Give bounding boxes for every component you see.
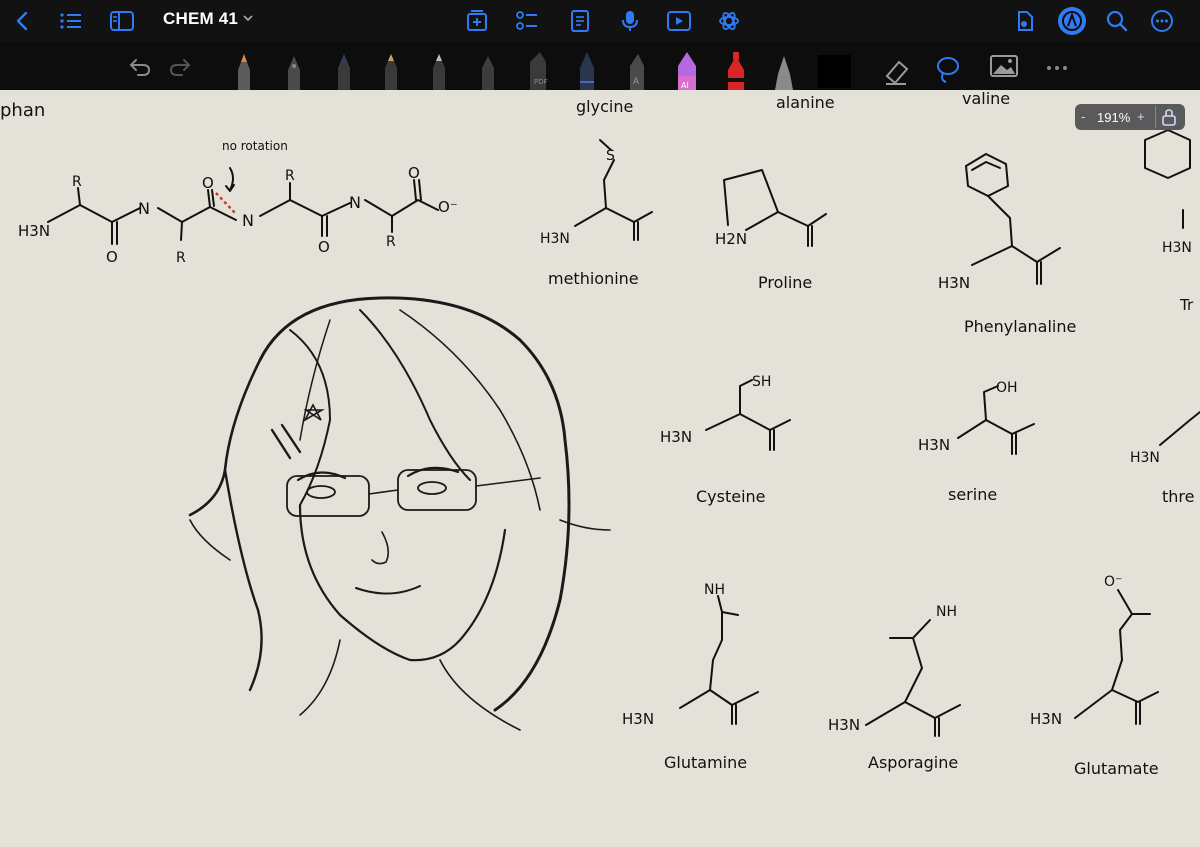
highlighter-tool[interactable]: A bbox=[630, 54, 644, 90]
phenylalanine-label: Phenylanaline bbox=[964, 317, 1076, 336]
peptide-n-3: N bbox=[349, 193, 361, 212]
share-icon[interactable] bbox=[1010, 6, 1040, 36]
document-title[interactable]: CHEM 41 bbox=[163, 9, 238, 29]
pen-dark-tool[interactable] bbox=[482, 56, 494, 90]
ai-pen-tool[interactable]: AI bbox=[678, 52, 696, 90]
chevron-down-icon[interactable] bbox=[242, 11, 254, 29]
peptide-h3n: H3N bbox=[18, 222, 50, 240]
peptide-o-4: O bbox=[408, 164, 420, 182]
pen-tray: PDF A AI bbox=[238, 52, 1067, 90]
glutamate-label: Glutamate bbox=[1074, 759, 1159, 778]
more-icon[interactable] bbox=[1147, 6, 1177, 36]
pen-tan-tool[interactable] bbox=[385, 54, 397, 90]
zoom-indicator[interactable]: - 191% + bbox=[1075, 104, 1185, 130]
top-bar: CHEM 41 bbox=[0, 0, 1200, 42]
partial-tryptophan-label: Tr bbox=[1179, 296, 1194, 314]
list-icon[interactable] bbox=[56, 6, 86, 36]
asparagine-formula: H3N bbox=[828, 716, 860, 734]
glutamine-side: NH bbox=[704, 582, 725, 598]
peptide-r-3: R bbox=[285, 168, 295, 184]
glutamate-side: O⁻ bbox=[1104, 574, 1122, 590]
zoom-in-button[interactable]: + bbox=[1137, 109, 1145, 124]
ai-assistant-icon[interactable] bbox=[714, 6, 744, 36]
pdf-marker-tool[interactable]: PDF bbox=[530, 52, 548, 90]
methionine-side: S bbox=[606, 148, 615, 164]
pen-blue-tool[interactable] bbox=[338, 54, 350, 90]
color-swatch[interactable] bbox=[818, 55, 851, 88]
add-page-icon[interactable] bbox=[462, 6, 492, 36]
glutamate-formula: H3N bbox=[1030, 710, 1062, 728]
partial-threonine-label: thre bbox=[1162, 487, 1194, 506]
cysteine-label: Cysteine bbox=[696, 487, 766, 506]
peptide-r-1: R bbox=[72, 174, 82, 190]
header-valine: valine bbox=[962, 90, 1010, 108]
partial-threonine-formula: H3N bbox=[1130, 450, 1160, 466]
peptide-r-4: R bbox=[386, 234, 396, 250]
header-glycine: glycine bbox=[576, 97, 633, 116]
methionine-label: methionine bbox=[548, 269, 639, 288]
partial-tryptophan-formula: H3N bbox=[1162, 240, 1192, 256]
asparagine-label: Asporagine bbox=[868, 753, 958, 772]
note-canvas[interactable]: phan no rotation H3N N N N R R R R O O O… bbox=[0, 90, 1200, 847]
svg-text:PDF: PDF bbox=[534, 78, 548, 86]
peptide-o-3: O bbox=[318, 238, 330, 256]
asparagine-side: NH bbox=[936, 604, 957, 620]
cysteine-side: SH bbox=[752, 374, 771, 390]
proline-label: Proline bbox=[758, 273, 812, 292]
sidebar-icon[interactable] bbox=[107, 6, 137, 36]
peptide-o-2: O bbox=[202, 174, 214, 192]
peptide-n-2: N bbox=[242, 211, 254, 230]
pen-navy-tool[interactable] bbox=[580, 52, 594, 90]
pen-mode-icon[interactable] bbox=[1057, 6, 1087, 36]
header-alanine: alanine bbox=[776, 93, 835, 112]
glutamine-formula: H3N bbox=[622, 710, 654, 728]
chevron-left-icon[interactable] bbox=[8, 6, 38, 36]
pen-red-tool[interactable] bbox=[728, 52, 744, 90]
lock-icon[interactable] bbox=[1161, 108, 1177, 129]
zoom-divider bbox=[1155, 106, 1156, 128]
peptide-n-1: N bbox=[138, 199, 150, 218]
portrait-sketch bbox=[188, 296, 611, 731]
zoom-out-button[interactable]: - bbox=[1081, 109, 1085, 124]
play-icon[interactable] bbox=[664, 6, 694, 36]
note-fragment-phan: phan bbox=[0, 100, 45, 121]
pen-light-tool[interactable] bbox=[433, 54, 445, 90]
phenylalanine-formula: H3N bbox=[938, 274, 970, 292]
serine-formula: H3N bbox=[918, 436, 950, 454]
proline-formula: H2N bbox=[715, 230, 747, 248]
handwritten-notes: phan no rotation H3N N N N R R R R O O O… bbox=[0, 90, 1200, 778]
outline-icon[interactable] bbox=[512, 6, 542, 36]
zoom-level: 191% bbox=[1097, 110, 1131, 125]
note-no-rotation: no rotation bbox=[222, 139, 288, 153]
lasso-icon[interactable] bbox=[937, 57, 959, 83]
brush-tool[interactable] bbox=[775, 56, 793, 90]
serine-side: OH bbox=[996, 380, 1018, 396]
svg-text:AI: AI bbox=[681, 81, 689, 90]
glutamine-label: Glutamine bbox=[664, 753, 747, 772]
svg-text:A: A bbox=[633, 77, 640, 87]
pen-orange-tool[interactable] bbox=[238, 54, 250, 90]
more-dots-icon[interactable] bbox=[1047, 66, 1067, 70]
methionine-formula: H3N bbox=[540, 231, 570, 247]
image-icon[interactable] bbox=[990, 55, 1018, 77]
document-icon[interactable] bbox=[565, 6, 595, 36]
serine-label: serine bbox=[948, 485, 997, 504]
eraser-icon[interactable] bbox=[885, 60, 909, 85]
search-icon[interactable] bbox=[1102, 6, 1132, 36]
pen-gray-tool[interactable] bbox=[288, 56, 300, 90]
microphone-icon[interactable] bbox=[615, 6, 645, 36]
peptide-o-minus: O⁻ bbox=[438, 198, 458, 216]
peptide-o-1: O bbox=[106, 248, 118, 266]
peptide-r-2: R bbox=[176, 250, 186, 266]
cysteine-formula: H3N bbox=[660, 428, 692, 446]
